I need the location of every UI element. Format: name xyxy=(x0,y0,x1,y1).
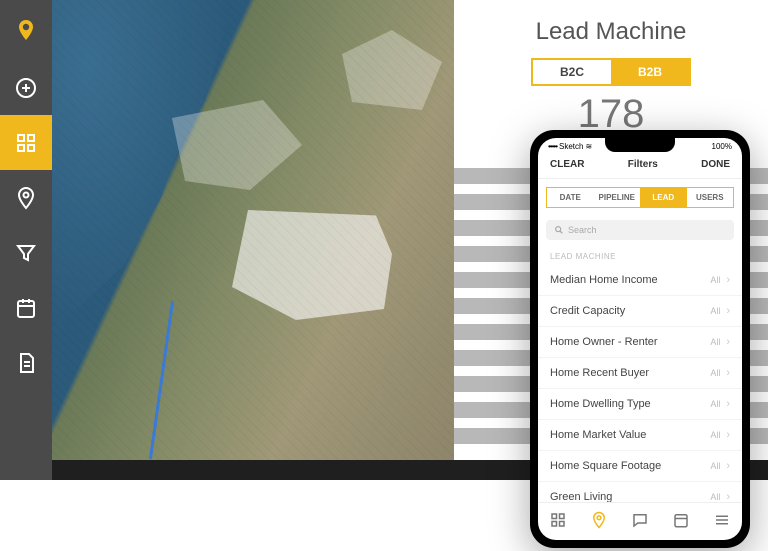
chevron-right-icon: › xyxy=(726,305,730,317)
chevron-right-icon: › xyxy=(726,491,730,502)
tabbar-pin[interactable] xyxy=(590,511,608,532)
filter-item-credit-capacity[interactable]: Credit CapacityAll› xyxy=(538,296,742,327)
chevron-right-icon: › xyxy=(726,460,730,472)
filter-list: Median Home IncomeAll› Credit CapacityAl… xyxy=(538,265,742,502)
navbar-title: Filters xyxy=(628,159,658,170)
sidebar-grid[interactable] xyxy=(0,115,52,170)
plus-circle-icon xyxy=(14,76,38,100)
sidebar xyxy=(0,0,52,480)
filter-item-home-square-footage[interactable]: Home Square FootageAll› xyxy=(538,451,742,482)
grid-icon xyxy=(549,511,567,529)
map-development-area xyxy=(342,30,442,110)
map-road xyxy=(149,301,174,460)
calendar-icon xyxy=(672,511,690,529)
tabbar xyxy=(538,502,742,540)
chevron-right-icon: › xyxy=(726,274,730,286)
phone-notch xyxy=(605,138,675,152)
pin-icon xyxy=(590,511,608,529)
carrier: Sketch xyxy=(559,142,583,151)
tab-pipeline[interactable]: PIPELINE xyxy=(594,188,641,207)
tab-users[interactable]: USERS xyxy=(687,188,734,207)
tabbar-calendar[interactable] xyxy=(672,511,690,532)
phone-screen: •••••Sketch ≋ 9:41 AM 100% CLEAR Filters… xyxy=(538,138,742,540)
statusbar-battery: 100% xyxy=(712,142,732,151)
sidebar-filter[interactable] xyxy=(0,225,52,280)
map-water xyxy=(52,0,233,331)
tabbar-chat[interactable] xyxy=(631,511,649,532)
search-icon xyxy=(554,225,564,235)
filter-item-median-home-income[interactable]: Median Home IncomeAll› xyxy=(538,265,742,296)
calendar-icon xyxy=(14,296,38,320)
grid-icon xyxy=(14,131,38,155)
tab-date[interactable]: DATE xyxy=(547,188,594,207)
chevron-right-icon: › xyxy=(726,367,730,379)
search-placeholder: Search xyxy=(568,225,597,235)
chevron-right-icon: › xyxy=(726,336,730,348)
sidebar-pin[interactable] xyxy=(0,170,52,225)
panel-title: Lead Machine xyxy=(454,18,768,46)
search-input[interactable]: Search xyxy=(546,220,734,240)
menu-icon xyxy=(713,511,731,529)
tabbar-grid[interactable] xyxy=(549,511,567,532)
filter-tabs: DATE PIPELINE LEAD USERS xyxy=(546,187,734,208)
segment-control: B2C B2B xyxy=(531,58,691,86)
chevron-right-icon: › xyxy=(726,429,730,441)
chat-icon xyxy=(631,511,649,529)
pin-logo-icon xyxy=(14,18,38,42)
tab-lead[interactable]: LEAD xyxy=(640,188,687,207)
document-icon xyxy=(14,351,38,375)
filter-item-home-recent-buyer[interactable]: Home Recent BuyerAll› xyxy=(538,358,742,389)
segment-b2b[interactable]: B2B xyxy=(611,60,689,84)
funnel-icon xyxy=(14,241,38,265)
filter-item-home-owner-renter[interactable]: Home Owner - RenterAll› xyxy=(538,327,742,358)
segment-b2c[interactable]: B2C xyxy=(533,60,611,84)
tabbar-menu[interactable] xyxy=(713,511,731,532)
phone-mockup: •••••Sketch ≋ 9:41 AM 100% CLEAR Filters… xyxy=(530,130,750,548)
leads-count: 178 xyxy=(454,94,768,134)
map-development-area xyxy=(172,100,302,190)
pin-outline-icon xyxy=(14,186,38,210)
filter-item-home-dwelling-type[interactable]: Home Dwelling TypeAll› xyxy=(538,389,742,420)
sidebar-logo[interactable] xyxy=(0,0,52,60)
map-development-area xyxy=(232,210,392,320)
wifi-icon: ≋ xyxy=(585,142,592,151)
filter-item-green-living[interactable]: Green LivingAll› xyxy=(538,482,742,502)
signal-icon: ••••• xyxy=(548,142,557,151)
sidebar-calendar[interactable] xyxy=(0,280,52,335)
navbar-done[interactable]: DONE xyxy=(701,159,730,170)
section-header: LEAD MACHINE xyxy=(538,246,742,265)
map-satellite-view[interactable] xyxy=(52,0,454,460)
chevron-right-icon: › xyxy=(726,398,730,410)
sidebar-document[interactable] xyxy=(0,335,52,390)
navbar: CLEAR Filters DONE xyxy=(538,155,742,179)
sidebar-add[interactable] xyxy=(0,60,52,115)
filter-item-home-market-value[interactable]: Home Market ValueAll› xyxy=(538,420,742,451)
navbar-clear[interactable]: CLEAR xyxy=(550,159,584,170)
